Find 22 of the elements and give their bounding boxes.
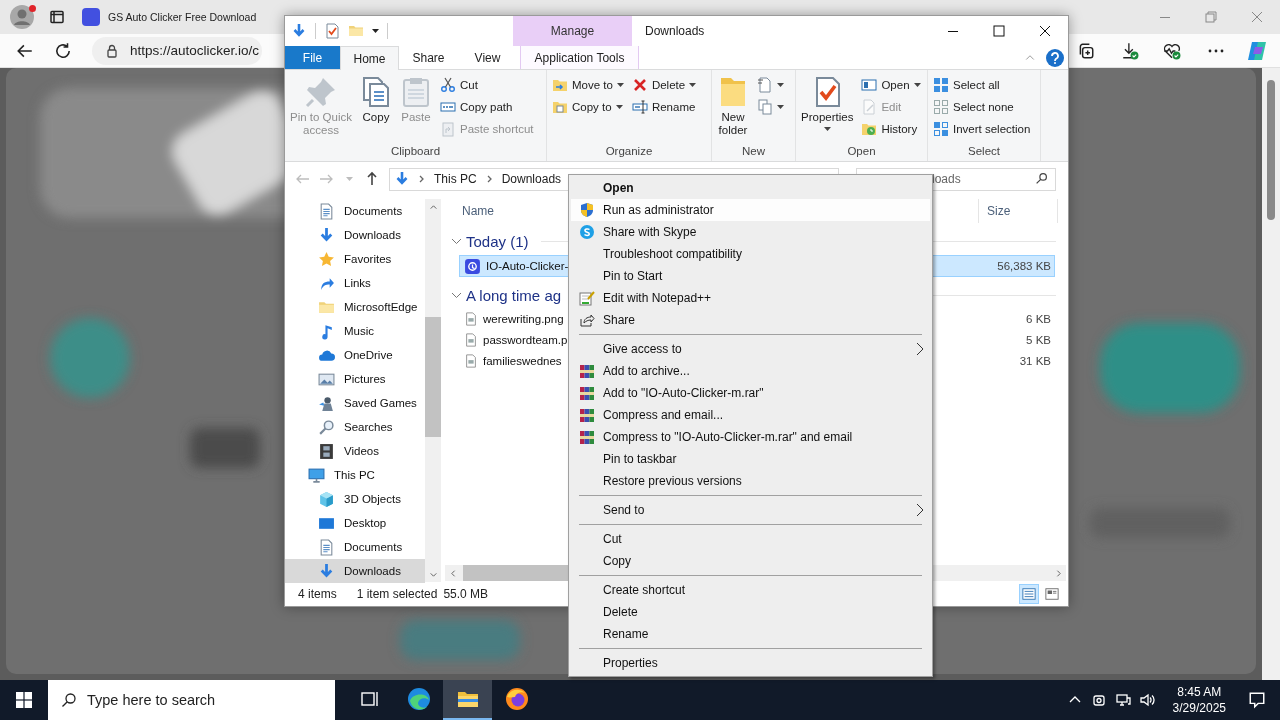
contextual-tab-header: Manage: [513, 16, 632, 46]
selection-size: 55.0 MB: [443, 587, 489, 601]
file-name: IO-Auto-Clicker-: [486, 260, 569, 272]
group-label: Clipboard: [389, 144, 442, 159]
clock-time: 8:45 AM: [1177, 684, 1222, 700]
group-header: Today (1): [466, 232, 529, 250]
selection-info: 1 item selected: [356, 587, 438, 601]
window-title: Downloads: [644, 23, 705, 40]
group-label: New: [741, 144, 766, 159]
clock-date: 3/29/2025: [1172, 700, 1226, 716]
file-size: 31 KB: [1019, 354, 1052, 367]
file-name: passwordteam.p: [483, 333, 568, 346]
item-count: 4 items: [298, 587, 337, 601]
group-label: Open: [846, 144, 877, 159]
file-size: 5 KB: [1026, 333, 1052, 346]
group-label: Select: [967, 144, 1001, 159]
file-name: familieswednes: [483, 354, 562, 367]
file-size: 6 KB: [1026, 312, 1052, 325]
group-header: A long time ag: [466, 286, 562, 304]
file-size: 56,383 KB: [997, 260, 1052, 272]
file-name: werewriting.png: [483, 312, 564, 325]
group-label: Organize: [604, 144, 654, 159]
